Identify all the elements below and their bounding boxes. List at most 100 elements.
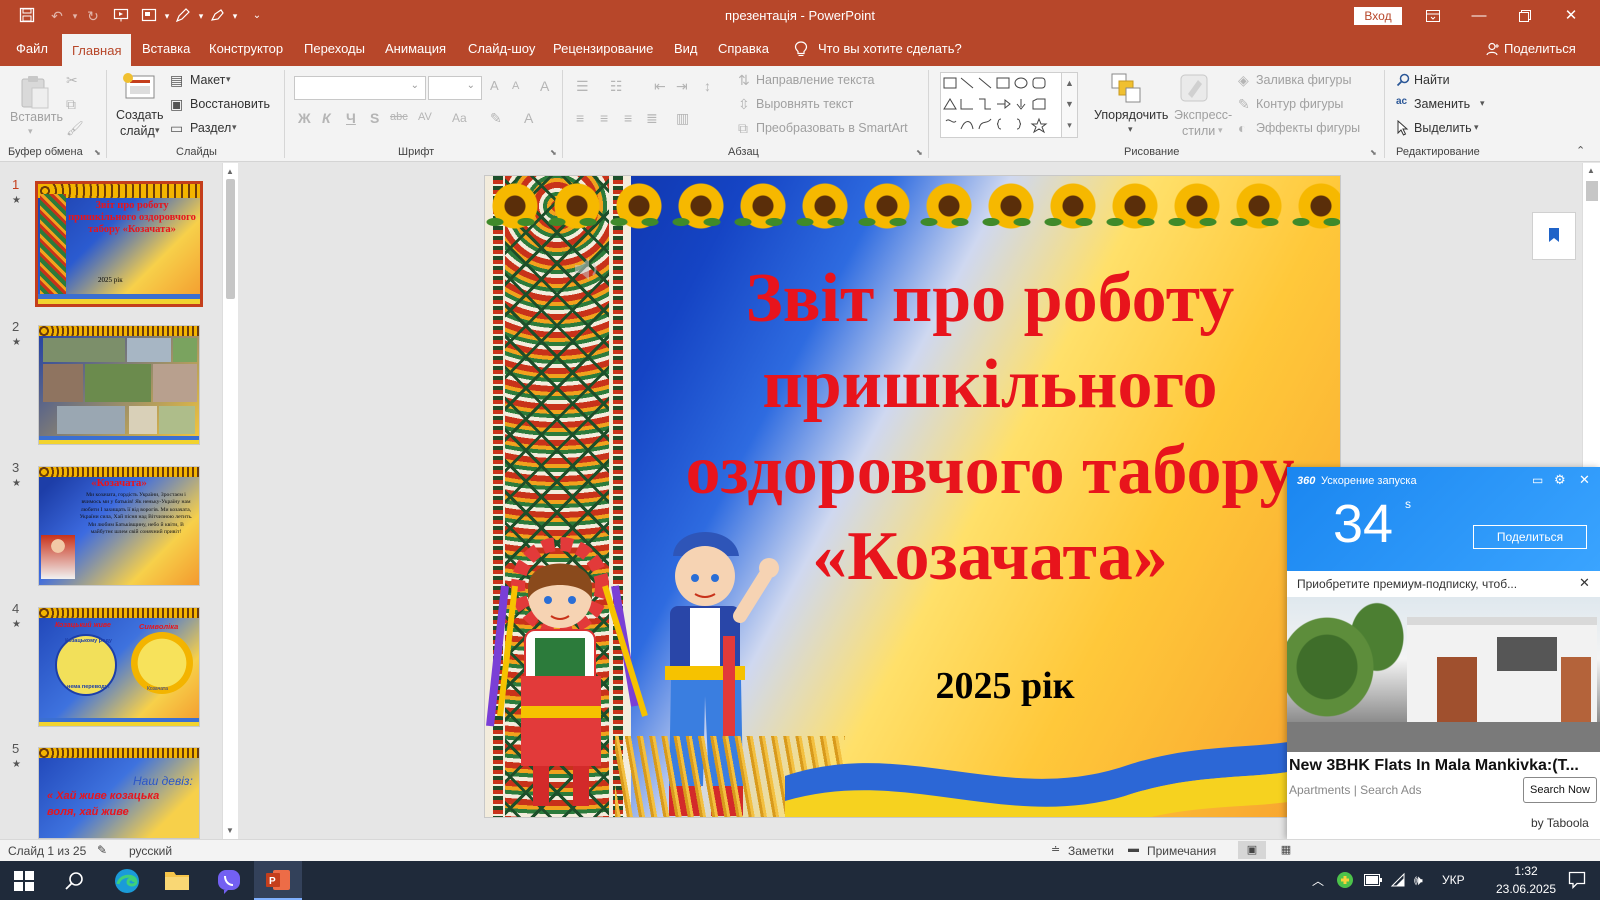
tab-home[interactable]: Главная bbox=[62, 34, 132, 66]
search-icon[interactable] bbox=[64, 871, 84, 894]
convert-smartart-button[interactable]: Преобразовать в SmartArt bbox=[756, 121, 908, 135]
slide-thumbnail-4[interactable]: Козацький живе Символіка Козацькому роду… bbox=[38, 607, 200, 727]
select-dropdown-icon[interactable]: ▾ bbox=[1474, 122, 1479, 133]
reset-icon[interactable]: ▣ bbox=[170, 96, 183, 113]
clock-date[interactable]: 23.06.2025 bbox=[1496, 882, 1556, 896]
quick-styles-dropdown-icon[interactable]: ▾ bbox=[1218, 125, 1223, 136]
slide-title-line-2[interactable]: пришкільного bbox=[640, 342, 1340, 428]
ad-search-now-button[interactable]: Search Now bbox=[1523, 777, 1597, 803]
section-button[interactable]: Раздел bbox=[190, 121, 231, 135]
font-family-combo[interactable]: ⌄ bbox=[294, 76, 426, 100]
replace-dropdown-icon[interactable]: ▾ bbox=[1480, 98, 1485, 109]
tab-transitions[interactable]: Переходы bbox=[304, 32, 365, 66]
comments-icon[interactable]: ▬ bbox=[1128, 843, 1139, 855]
layout-icon[interactable]: ▤ bbox=[170, 72, 183, 89]
language-indicator[interactable]: русский bbox=[129, 844, 172, 858]
share-button[interactable]: Поделиться bbox=[1504, 32, 1576, 66]
shape-outline-button[interactable]: Контур фигуры bbox=[1256, 97, 1343, 111]
tell-me-search[interactable]: Что вы хотите сделать? bbox=[818, 32, 962, 66]
slide-canvas[interactable]: Звіт про роботу пришкільного оздоровчого… bbox=[484, 175, 1341, 818]
taboola-credit[interactable]: by Taboola bbox=[1531, 816, 1589, 830]
close-icon[interactable]: ✕ bbox=[1548, 0, 1594, 32]
shapes-gallery[interactable] bbox=[940, 72, 1062, 138]
format-painter-icon[interactable]: 🖌 bbox=[66, 120, 84, 137]
thumbnail-scrollbar[interactable]: ▲ ▼ bbox=[222, 163, 238, 839]
tab-view[interactable]: Вид bbox=[674, 32, 698, 66]
shadow-button[interactable]: S bbox=[370, 110, 379, 126]
ad-share-button[interactable]: Поделиться bbox=[1473, 525, 1587, 549]
change-case-button[interactable]: Aa bbox=[452, 111, 467, 125]
file-explorer-icon[interactable] bbox=[164, 869, 190, 894]
ad-headline[interactable]: New 3BHK Flats In Mala Mankivka:(T... bbox=[1289, 757, 1579, 775]
shape-fill-icon[interactable]: ◈ bbox=[1238, 72, 1249, 89]
tab-insert[interactable]: Вставка bbox=[142, 32, 190, 66]
tab-animations[interactable]: Анимация bbox=[385, 32, 446, 66]
battery-icon[interactable] bbox=[1364, 874, 1382, 889]
slide-thumbnail-2[interactable] bbox=[38, 325, 200, 445]
viber-icon[interactable] bbox=[216, 868, 242, 897]
clear-formatting-icon[interactable]: A bbox=[540, 78, 549, 94]
replace-button[interactable]: Заменить bbox=[1414, 97, 1470, 111]
clipboard-launcher-icon[interactable]: ⬊ bbox=[94, 148, 101, 157]
arrange-dropdown-icon[interactable]: ▾ bbox=[1128, 124, 1133, 135]
slide-title-line-3[interactable]: оздоровчого табору bbox=[640, 428, 1340, 514]
decrease-font-icon[interactable]: A bbox=[512, 80, 519, 92]
shapes-gallery-scroll[interactable]: ▲ ▼ ▾ bbox=[1062, 72, 1078, 138]
settings-gear-icon[interactable]: ⚙ bbox=[1554, 472, 1566, 488]
bookmark-button[interactable] bbox=[1532, 212, 1576, 260]
minimize-icon[interactable]: — bbox=[1456, 0, 1502, 32]
audio-icon[interactable] bbox=[571, 254, 601, 284]
smartart-icon[interactable]: ⧉ bbox=[738, 120, 748, 137]
align-center-icon[interactable]: ≡ bbox=[600, 110, 608, 126]
layout-dropdown-icon[interactable]: ▾ bbox=[226, 74, 231, 85]
bullets-icon[interactable]: ☰ bbox=[576, 78, 589, 95]
editor-scroll-thumb[interactable] bbox=[1586, 181, 1598, 201]
paste-label[interactable]: Вставить bbox=[10, 110, 63, 124]
drawing-launcher-icon[interactable]: ⬊ bbox=[1370, 148, 1377, 157]
new-slide-icon[interactable] bbox=[122, 72, 158, 107]
sorter-view-icon[interactable]: ▦ bbox=[1274, 841, 1298, 859]
edge-icon[interactable] bbox=[114, 868, 140, 897]
find-icon[interactable] bbox=[1396, 73, 1410, 90]
font-color-button[interactable]: A bbox=[524, 110, 533, 126]
new-slide-label[interactable]: Создать bbox=[116, 108, 164, 122]
keyboard-language[interactable]: УКР bbox=[1442, 873, 1465, 887]
feedback-icon[interactable]: ▭ bbox=[1532, 473, 1543, 487]
underline-button[interactable]: Ч bbox=[346, 110, 356, 126]
tab-slideshow[interactable]: Слайд-шоу bbox=[468, 32, 535, 66]
premium-promo-text[interactable]: Приобретите премиум-подписку, чтоб... bbox=[1297, 577, 1517, 591]
windows-start-icon[interactable] bbox=[14, 871, 34, 894]
notes-button[interactable]: Заметки bbox=[1068, 844, 1114, 858]
quick-styles-label-2[interactable]: стили bbox=[1182, 124, 1215, 138]
wifi-icon[interactable] bbox=[1390, 872, 1406, 891]
paste-dropdown-icon[interactable]: ▾ bbox=[28, 126, 33, 137]
align-text-icon[interactable]: ⇳ bbox=[738, 96, 750, 113]
line-spacing-icon[interactable]: ↕ bbox=[704, 78, 711, 94]
tab-review[interactable]: Рецензирование bbox=[553, 32, 653, 66]
columns-icon[interactable]: ▥ bbox=[676, 110, 689, 127]
quick-styles-label[interactable]: Экспресс- bbox=[1174, 108, 1232, 122]
layout-button[interactable]: Макет bbox=[190, 73, 225, 87]
cut-icon[interactable]: ✂ bbox=[66, 72, 78, 89]
notifications-icon[interactable] bbox=[1568, 871, 1586, 892]
align-left-icon[interactable]: ≡ bbox=[576, 110, 584, 126]
find-button[interactable]: Найти bbox=[1414, 73, 1450, 87]
normal-view-icon[interactable]: ▣ bbox=[1238, 841, 1266, 859]
shape-effects-icon[interactable]: ◐ bbox=[1238, 120, 1246, 136]
clock-time[interactable]: 1:32 bbox=[1496, 864, 1556, 878]
promo-close-icon[interactable]: ✕ bbox=[1579, 575, 1590, 591]
quick-styles-icon[interactable] bbox=[1178, 72, 1210, 107]
tab-design[interactable]: Конструктор bbox=[209, 32, 283, 66]
text-direction-button[interactable]: Направление текста bbox=[756, 73, 875, 87]
new-slide-dropdown-icon[interactable]: ▾ bbox=[155, 125, 160, 136]
align-text-button[interactable]: Выровнять текст bbox=[756, 97, 853, 111]
highlight-icon[interactable]: ✎ bbox=[490, 110, 502, 127]
shape-fill-button[interactable]: Заливка фигуры bbox=[1256, 73, 1351, 87]
new-slide-label-2[interactable]: слайд bbox=[120, 124, 155, 138]
decrease-indent-icon[interactable]: ⇤ bbox=[654, 78, 666, 95]
ad-close-icon[interactable]: ✕ bbox=[1579, 472, 1590, 488]
slide-thumbnail-3[interactable]: «Козачата» Ми козачата, гордість України… bbox=[38, 466, 200, 586]
notes-icon[interactable]: ≐ bbox=[1051, 843, 1060, 856]
tray-app-icon[interactable] bbox=[1336, 871, 1354, 892]
tab-help[interactable]: Справка bbox=[718, 32, 769, 66]
